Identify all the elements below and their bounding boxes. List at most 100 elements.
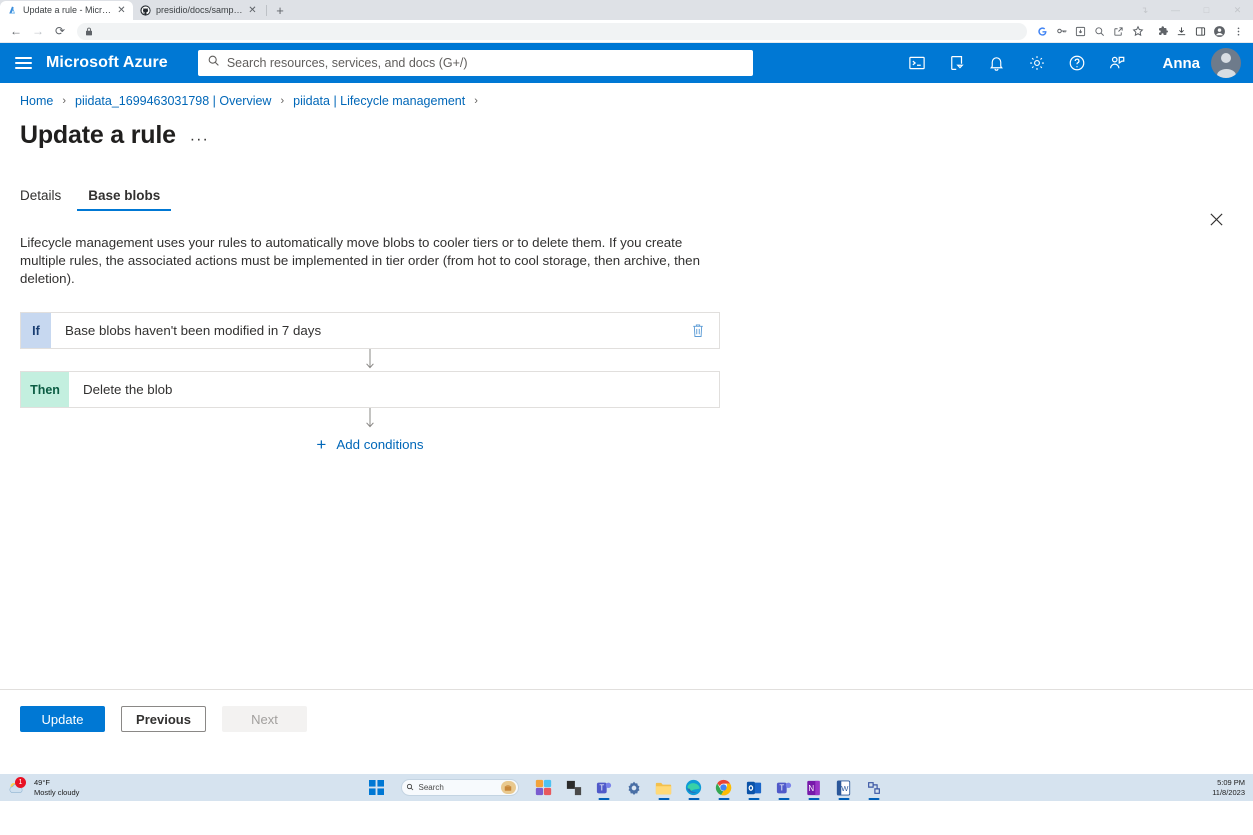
briefcase-icon[interactable]	[500, 781, 516, 794]
window-controls: ↴ — □ ✕	[1129, 0, 1253, 20]
visio-icon[interactable]	[862, 776, 886, 800]
weather-text: 49°F Mostly cloudy	[34, 778, 79, 797]
downloads-icon[interactable]	[1172, 22, 1191, 41]
chevron-right-icon: ›	[474, 95, 478, 107]
bookmark-star-icon[interactable]	[1128, 22, 1147, 41]
feedback-icon[interactable]	[1097, 43, 1137, 83]
next-button: Next	[222, 706, 307, 732]
restore-icon[interactable]: ↴	[1129, 0, 1160, 20]
settings-gear-icon[interactable]	[1017, 43, 1057, 83]
close-icon[interactable]: ✕	[248, 5, 257, 16]
windows-taskbar: 1 49°F Mostly cloudy Search T T N W 5:09…	[0, 774, 1253, 801]
maximize-icon[interactable]: □	[1191, 0, 1222, 20]
menu-kebab-icon[interactable]	[1229, 22, 1248, 41]
global-search-box[interactable]	[197, 50, 753, 76]
rule-row-if[interactable]: If Base blobs haven't been modified in 7…	[20, 312, 720, 349]
onenote-icon[interactable]: N	[802, 776, 826, 800]
browser-tab-0[interactable]: Update a rule - Microsoft Azure ✕	[0, 1, 133, 20]
browser-tab-title: Update a rule - Microsoft Azure	[23, 5, 112, 15]
breadcrumb-item-lifecycle[interactable]: piidata | Lifecycle management	[293, 94, 465, 108]
install-icon[interactable]	[1071, 22, 1090, 41]
connector-arrow-2	[20, 408, 720, 430]
file-explorer-dark-icon[interactable]	[562, 776, 586, 800]
weather-temp: 49°F	[34, 778, 50, 787]
blade-footer: Update Previous Next	[0, 689, 1253, 774]
then-action-text[interactable]: Delete the blob	[69, 382, 172, 397]
photos-icon[interactable]	[532, 776, 556, 800]
forward-icon[interactable]: →	[27, 20, 49, 42]
key-icon[interactable]	[1052, 22, 1071, 41]
directories-filter-icon[interactable]	[937, 43, 977, 83]
update-button[interactable]: Update	[20, 706, 105, 732]
notifications-bell-icon[interactable]	[977, 43, 1017, 83]
blade-tabs: Details Base blobs	[0, 150, 1253, 211]
svg-text:T: T	[779, 783, 784, 792]
file-explorer-icon[interactable]	[652, 776, 676, 800]
back-icon[interactable]: ←	[5, 20, 27, 42]
chevron-right-icon: ›	[62, 95, 67, 107]
then-badge: Then	[21, 372, 69, 407]
more-options-icon[interactable]: ···	[190, 132, 209, 150]
address-bar[interactable]	[77, 22, 1027, 40]
close-icon[interactable]: ✕	[1222, 0, 1253, 20]
windows-start-icon[interactable]	[365, 776, 389, 800]
azure-icon	[7, 5, 18, 16]
search-input[interactable]	[226, 56, 744, 70]
browser-tab-title: presidio/docs/samples/deploy:	[156, 5, 243, 15]
tab-divider	[266, 4, 267, 16]
lock-icon	[85, 27, 93, 36]
new-tab-button[interactable]: +	[269, 1, 291, 20]
cloud-shell-icon[interactable]	[897, 43, 937, 83]
page-content: Home › piidata_1699463031798 | Overview …	[0, 83, 1253, 774]
breadcrumb: Home › piidata_1699463031798 | Overview …	[0, 83, 1253, 108]
clock-date: 11/8/2023	[1212, 787, 1245, 797]
taskbar-search-label: Search	[418, 783, 444, 792]
close-icon[interactable]: ✕	[117, 5, 126, 16]
hamburger-icon[interactable]	[0, 43, 46, 83]
edge-icon[interactable]	[682, 776, 706, 800]
reload-icon[interactable]: ⟳	[49, 20, 71, 42]
clock-time: 5:09 PM	[1217, 777, 1245, 787]
search-icon	[207, 54, 220, 72]
teams-icon[interactable]: T	[592, 776, 616, 800]
help-question-icon[interactable]	[1057, 43, 1097, 83]
description-text: Lifecycle management uses your rules to …	[20, 235, 700, 286]
profile-icon[interactable]	[1210, 22, 1229, 41]
google-icon[interactable]	[1033, 22, 1052, 41]
tab-details[interactable]: Details	[20, 188, 72, 211]
azure-top-bar: Microsoft Azure Anna	[0, 43, 1253, 83]
taskbar-search[interactable]: Search	[400, 779, 519, 796]
if-condition-text[interactable]: Base blobs haven't been modified in 7 da…	[51, 323, 321, 338]
azure-brand-label[interactable]: Microsoft Azure	[46, 54, 168, 72]
github-icon	[140, 5, 151, 16]
word-icon[interactable]: W	[832, 776, 856, 800]
svg-text:W: W	[841, 784, 849, 793]
trash-icon[interactable]	[691, 313, 705, 348]
share-icon[interactable]	[1109, 22, 1128, 41]
zoom-icon[interactable]	[1090, 22, 1109, 41]
close-blade-button[interactable]	[1203, 206, 1229, 232]
previous-button[interactable]: Previous	[121, 706, 206, 732]
add-conditions-button[interactable]: + Add conditions	[20, 436, 720, 453]
settings-gear-icon[interactable]	[622, 776, 646, 800]
user-name-label[interactable]: Anna	[1163, 55, 1201, 72]
browser-toolbar-icons	[1033, 22, 1248, 41]
chrome-icon[interactable]	[712, 776, 736, 800]
breadcrumb-item-home[interactable]: Home	[20, 94, 53, 108]
avatar[interactable]	[1211, 48, 1241, 78]
rule-row-then[interactable]: Then Delete the blob	[20, 371, 720, 408]
page-title: Update a rule	[20, 121, 176, 149]
breadcrumb-item-storage[interactable]: piidata_1699463031798 | Overview	[75, 94, 271, 108]
outlook-icon[interactable]	[742, 776, 766, 800]
teams-work-icon[interactable]: T	[772, 776, 796, 800]
tab-base-blobs[interactable]: Base blobs	[77, 188, 172, 211]
extensions-icon[interactable]	[1153, 22, 1172, 41]
sidepanel-icon[interactable]	[1191, 22, 1210, 41]
minimize-icon[interactable]: —	[1160, 0, 1191, 20]
browser-tab-1[interactable]: presidio/docs/samples/deploy: ✕	[133, 1, 264, 20]
browser-toolbar: ← → ⟳	[0, 20, 1253, 43]
connector-arrow-1	[20, 349, 720, 371]
title-row: Update a rule ···	[0, 108, 1253, 150]
taskbar-clock[interactable]: 5:09 PM 11/8/2023	[1212, 778, 1245, 798]
weather-widget[interactable]: 1 49°F Mostly cloudy	[0, 776, 79, 797]
